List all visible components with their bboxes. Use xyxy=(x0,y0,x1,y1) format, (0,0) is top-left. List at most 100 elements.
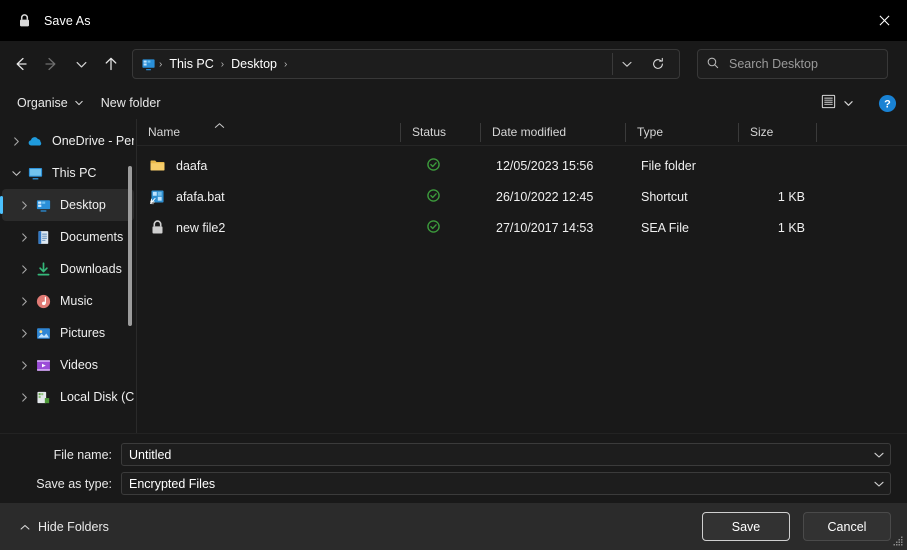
synced-check-icon xyxy=(427,188,440,205)
column-header-name[interactable]: Name xyxy=(137,119,401,146)
file-type-cell: Shortcut xyxy=(641,189,688,204)
file-name-input[interactable]: Untitled xyxy=(121,443,891,466)
search-input[interactable]: Search Desktop xyxy=(697,49,888,79)
column-header-status[interactable]: Status xyxy=(401,119,481,146)
column-header-filler xyxy=(817,119,907,146)
sidebar-item-music[interactable]: Music xyxy=(2,285,134,317)
sidebar-item-label: Videos xyxy=(60,358,98,372)
column-header-date-modified[interactable]: Date modified xyxy=(481,119,626,146)
cancel-button[interactable]: Cancel xyxy=(803,512,891,541)
sidebar-item-documents[interactable]: Documents xyxy=(2,221,134,253)
refresh-icon[interactable] xyxy=(645,51,671,77)
chevron-right-icon[interactable] xyxy=(14,291,34,311)
breadcrumb-separator: › xyxy=(220,58,225,70)
this-pc-monitor-icon xyxy=(26,164,44,182)
file-date-cell: 27/10/2017 14:53 xyxy=(496,220,594,235)
resize-grip[interactable] xyxy=(892,535,904,547)
pictures-icon xyxy=(34,324,52,342)
column-header-type[interactable]: Type xyxy=(626,119,739,146)
recent-locations-chevron-down-icon[interactable] xyxy=(66,49,96,79)
chevron-right-icon[interactable] xyxy=(14,227,34,247)
table-row[interactable]: new file2 27/10/2017 14:53 SEA File 1 KB xyxy=(141,212,903,243)
column-header-size[interactable]: Size xyxy=(739,119,817,146)
onedrive-cloud-icon xyxy=(26,132,44,150)
address-bar[interactable]: › This PC › Desktop › xyxy=(132,49,680,79)
sidebar-item-downloads[interactable]: Downloads xyxy=(2,253,134,285)
command-bar: Organise New folder ? xyxy=(0,87,907,119)
forward-arrow-icon[interactable] xyxy=(36,49,66,79)
organise-button[interactable]: Organise xyxy=(8,92,92,114)
column-header-label: Date modified xyxy=(492,125,567,139)
save-button[interactable]: Save xyxy=(702,512,790,541)
shortcut-icon xyxy=(148,188,166,206)
sidebar-item-label: Downloads xyxy=(60,262,122,276)
sidebar-item-label: Desktop xyxy=(60,198,106,212)
lock-icon xyxy=(16,12,33,29)
breadcrumb-desktop[interactable]: Desktop xyxy=(226,54,282,74)
chevron-up-icon xyxy=(20,520,30,534)
chevron-right-icon[interactable] xyxy=(6,131,26,151)
list-view-icon xyxy=(820,93,837,113)
lock-file-icon xyxy=(148,219,166,237)
breadcrumb-this-pc[interactable]: This PC xyxy=(164,54,218,74)
navigation-pane: OneDrive - Perso This PC xyxy=(0,119,136,433)
videos-icon xyxy=(34,356,52,374)
help-icon[interactable]: ? xyxy=(877,93,897,113)
chevron-right-icon[interactable] xyxy=(14,259,34,279)
column-header-label: Name xyxy=(148,125,181,139)
address-divider xyxy=(612,53,613,75)
file-size-cell: 1 KB xyxy=(777,189,805,204)
new-folder-button[interactable]: New folder xyxy=(92,92,170,114)
file-name-cell: afafa.bat xyxy=(141,188,405,206)
up-arrow-icon[interactable] xyxy=(96,49,126,79)
save-as-type-row: Save as type: Encrypted Files xyxy=(16,472,891,495)
chevron-right-icon[interactable] xyxy=(14,323,34,343)
sidebar-item-local-disk-c[interactable]: Local Disk (C:) xyxy=(2,381,134,413)
hide-folders-label: Hide Folders xyxy=(38,519,109,534)
svg-text:?: ? xyxy=(884,98,891,110)
sidebar-item-pictures[interactable]: Pictures xyxy=(2,317,134,349)
chevron-down-icon[interactable] xyxy=(6,163,26,183)
sidebar-item-label: Documents xyxy=(60,230,124,244)
titlebar: Save As xyxy=(0,0,907,41)
file-date-cell: 26/10/2022 12:45 xyxy=(496,189,594,204)
chevron-right-icon[interactable] xyxy=(14,195,34,215)
file-name-value: Untitled xyxy=(129,447,172,462)
downloads-icon xyxy=(34,260,52,278)
chevron-down-icon xyxy=(75,100,83,106)
synced-check-icon xyxy=(427,219,440,236)
navigation-bar: › This PC › Desktop › Search Desktop xyxy=(0,41,907,87)
file-date-cell: 12/05/2023 15:56 xyxy=(496,158,594,173)
sidebar-item-videos[interactable]: Videos xyxy=(2,349,134,381)
desktop-icon xyxy=(140,56,157,73)
file-name-row: File name: Untitled xyxy=(16,443,891,466)
breadcrumb-separator: › xyxy=(159,58,163,70)
sidebar-item-label: This PC xyxy=(52,166,97,180)
sidebar-item-this-pc[interactable]: This PC xyxy=(2,157,134,189)
dialog-footer: Hide Folders Save Cancel xyxy=(0,503,907,550)
back-arrow-icon[interactable] xyxy=(6,49,36,79)
table-row[interactable]: daafa 12/05/2023 15:56 File folder xyxy=(141,150,903,181)
chevron-right-icon[interactable] xyxy=(14,355,34,375)
hide-folders-button[interactable]: Hide Folders xyxy=(16,516,113,538)
file-name-chevron-down-icon[interactable] xyxy=(868,444,890,465)
sidebar-scrollbar-thumb[interactable] xyxy=(128,166,132,326)
chevron-right-icon[interactable] xyxy=(14,387,34,407)
save-form: File name: Untitled Save as type: Encryp… xyxy=(0,433,907,503)
sidebar-item-desktop[interactable]: Desktop xyxy=(0,189,134,221)
column-header-label: Status xyxy=(412,125,447,139)
close-button[interactable] xyxy=(861,0,907,41)
address-history-chevron-down-icon[interactable] xyxy=(615,51,639,77)
search-icon xyxy=(706,56,720,73)
sidebar-item-label: Pictures xyxy=(60,326,106,340)
synced-check-icon xyxy=(427,157,440,174)
sidebar-scrollbar[interactable] xyxy=(126,119,133,433)
change-view-button[interactable] xyxy=(814,90,859,116)
file-type-cell: SEA File xyxy=(641,220,689,235)
sort-ascending-icon xyxy=(214,119,225,133)
file-list-header: Name Status Date modified Type Size xyxy=(137,119,907,146)
table-row[interactable]: afafa.bat 26/10/2022 12:45 Shortcut 1 KB xyxy=(141,181,903,212)
save-as-type-select[interactable]: Encrypted Files xyxy=(121,472,891,495)
save-as-type-chevron-down-icon[interactable] xyxy=(868,473,890,494)
sidebar-item-onedrive[interactable]: OneDrive - Perso xyxy=(2,125,134,157)
